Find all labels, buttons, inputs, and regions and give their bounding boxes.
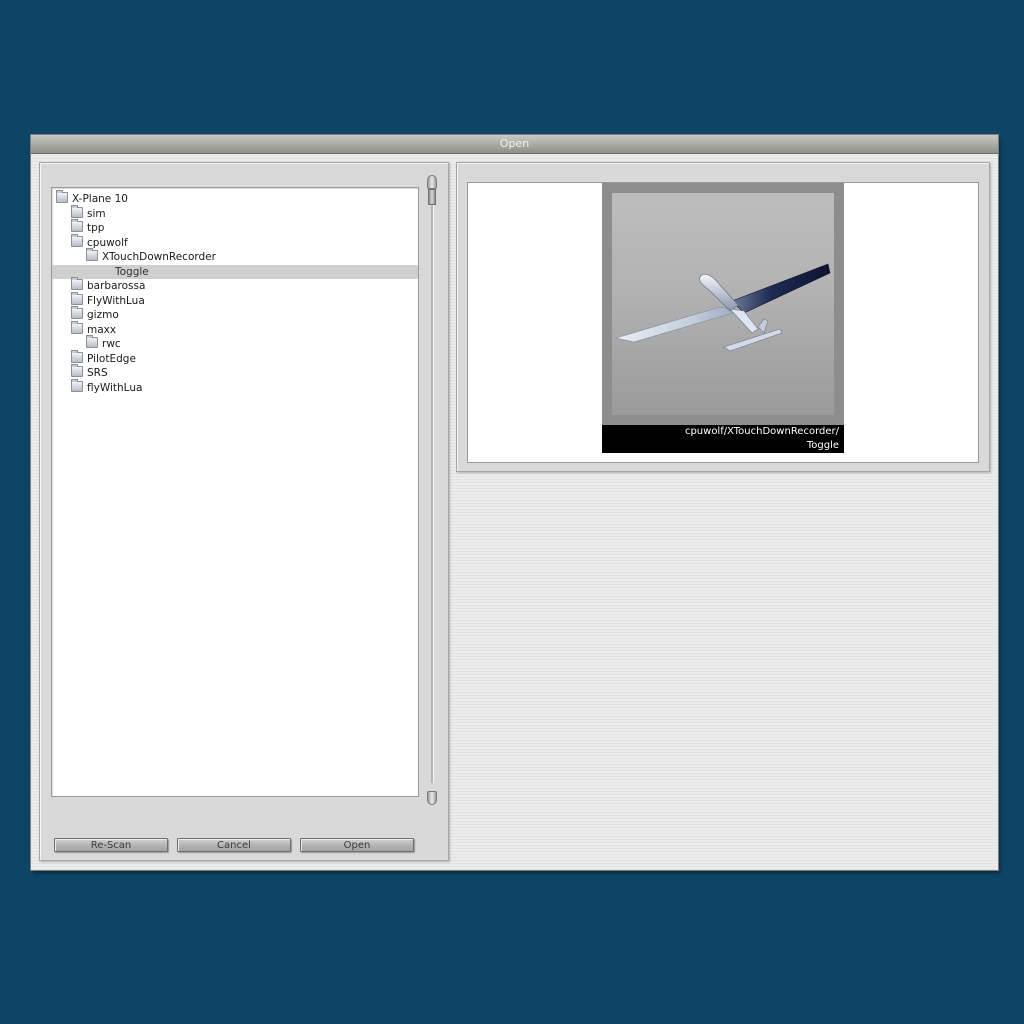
tree-item-toggle[interactable]: Toggle xyxy=(52,264,418,279)
tree-item-label: SRS xyxy=(87,367,108,379)
tree-item-sim[interactable]: sim xyxy=(52,204,418,222)
tree-item-cpuwolf[interactable]: cpuwolf xyxy=(52,233,418,251)
tree-item-label: flyWithLua xyxy=(87,381,143,394)
tree-item-label: gizmo xyxy=(87,309,119,321)
thumbnail-frame xyxy=(602,183,844,425)
folder-icon xyxy=(71,204,83,218)
scrollbar-track[interactable] xyxy=(431,197,433,783)
folder-icon xyxy=(71,219,83,232)
tree-item-xtouchdownrecorder[interactable]: XTouchDownRecorder xyxy=(52,248,418,265)
tree-item-label: X-Plane 10 xyxy=(72,193,128,205)
folder-icon xyxy=(71,378,83,392)
preview-caption: cpuwolf/XTouchDownRecorder/ Toggle xyxy=(602,425,844,453)
tree-item-label: XTouchDownRecorder xyxy=(102,251,216,263)
folder-icon xyxy=(71,349,83,363)
file-browser-panel: X-Plane 10 sim tpp cpuwolf XTouchDownRecorde… xyxy=(39,162,449,861)
tree-item-label: cpuwolf xyxy=(87,236,128,249)
tree-item-label: PilotEdge xyxy=(87,352,136,365)
folder-icon xyxy=(71,291,83,305)
tree-item-srs[interactable]: SRS xyxy=(52,364,418,381)
tree-item-pilotedge[interactable]: PilotEdge xyxy=(52,349,418,367)
tree-item-label: tpp xyxy=(87,222,105,234)
tree-item-tpp[interactable]: tpp xyxy=(52,219,418,236)
dialog-title: Open xyxy=(31,135,998,154)
tree-item-label: rwc xyxy=(102,338,121,350)
folder-icon xyxy=(71,364,83,377)
scroll-up-icon[interactable] xyxy=(427,175,437,189)
folder-icon xyxy=(71,306,83,319)
preview-area: cpuwolf/XTouchDownRecorder/ Toggle xyxy=(467,182,979,463)
folder-icon xyxy=(86,248,98,261)
tree-item-rwc[interactable]: rwc xyxy=(52,335,418,352)
tree-item-barbarossa[interactable]: barbarossa xyxy=(52,277,418,294)
file-tree: X-Plane 10 sim tpp cpuwolf XTouchDownRecorde… xyxy=(51,187,419,797)
folder-icon xyxy=(86,335,98,348)
open-dialog: Open X-Plane 10 sim tpp cpuwolf XTouchDownRe… xyxy=(31,135,998,870)
folder-icon xyxy=(71,277,83,290)
caption-name: Toggle xyxy=(806,440,839,451)
folder-icon xyxy=(56,190,68,203)
glider-aircraft-icon xyxy=(614,263,831,352)
tree-item-x-plane-10[interactable]: X-Plane 10 xyxy=(52,190,418,207)
open-button[interactable]: Open xyxy=(300,838,414,852)
tree-item-label: barbarossa xyxy=(87,280,146,292)
scrollbar-thumb[interactable] xyxy=(428,189,436,205)
aircraft-thumbnail xyxy=(612,193,834,415)
caption-path: cpuwolf/XTouchDownRecorder/ xyxy=(684,426,839,437)
tree-item-gizmo[interactable]: gizmo xyxy=(52,306,418,323)
tree-item-label: maxx xyxy=(87,323,117,336)
tree-item-flywithlua[interactable]: flyWithLua xyxy=(52,378,418,396)
folder-icon xyxy=(71,233,83,247)
tree-item-maxx[interactable]: maxx xyxy=(52,320,418,338)
cancel-button[interactable]: Cancel xyxy=(177,838,291,852)
tree-item-label: Toggle xyxy=(115,265,149,278)
tree-item-flywithlua[interactable]: FlyWithLua xyxy=(52,291,418,309)
folder-icon xyxy=(71,320,83,334)
preview-panel: cpuwolf/XTouchDownRecorder/ Toggle xyxy=(456,162,990,472)
tree-scrollbar[interactable] xyxy=(427,175,437,805)
scroll-down-icon[interactable] xyxy=(427,791,437,805)
tree-item-label: FlyWithLua xyxy=(87,294,145,307)
tree-item-label: sim xyxy=(87,207,106,220)
rescan-button[interactable]: Re-Scan xyxy=(54,838,168,852)
